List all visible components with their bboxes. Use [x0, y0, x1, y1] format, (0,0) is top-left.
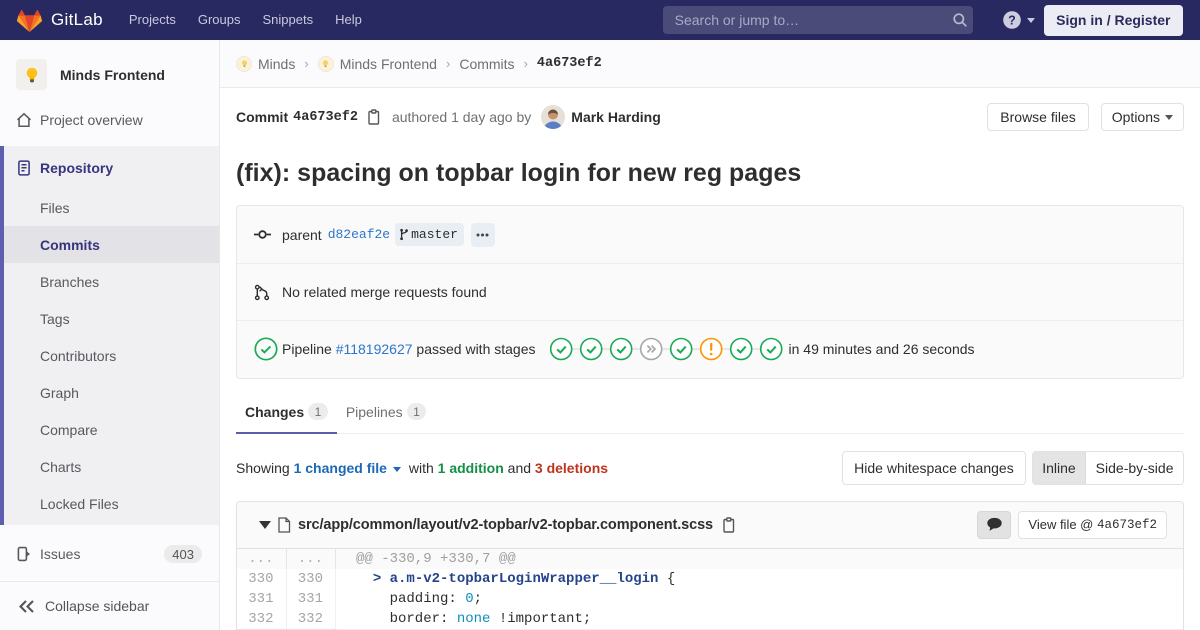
svg-text:?: ? — [1008, 13, 1016, 27]
